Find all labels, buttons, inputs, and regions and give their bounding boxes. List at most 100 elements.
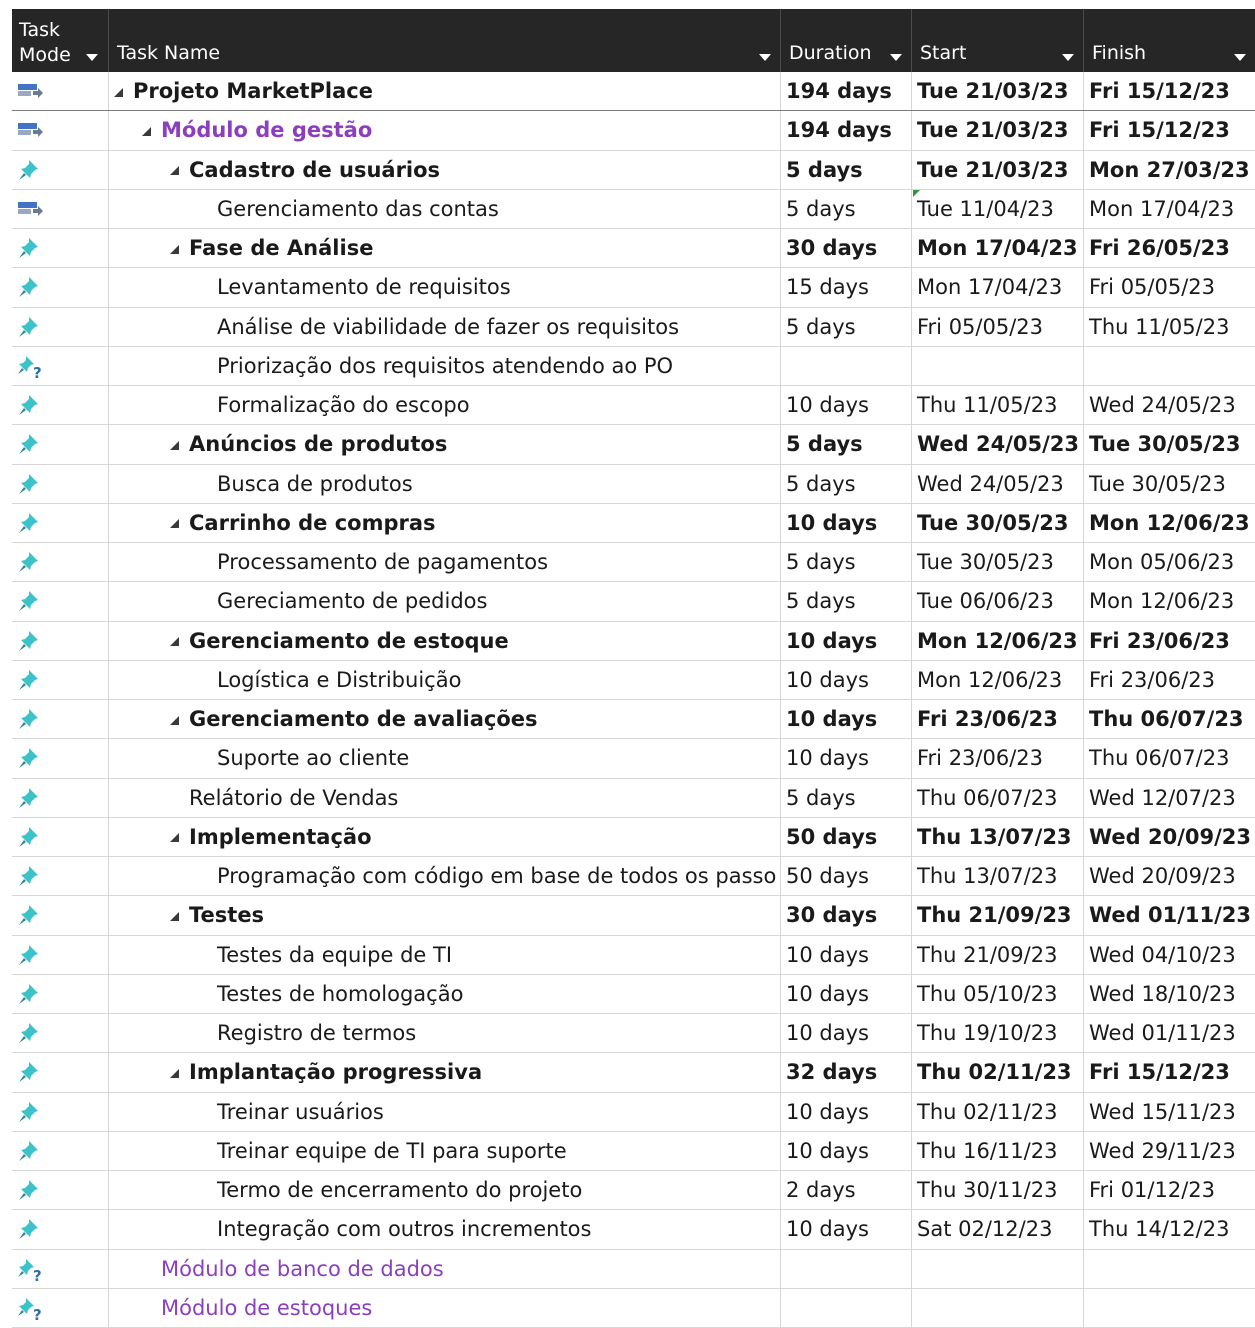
duration-cell[interactable]: 5 days — [781, 189, 912, 228]
task-name-cell[interactable]: Fase de Análise — [109, 229, 781, 268]
table-row[interactable]: Análise de viabilidade de fazer os requi… — [12, 307, 1255, 347]
start-cell[interactable]: Thu 21/09/23 — [912, 896, 1084, 935]
duration-cell[interactable]: 10 days — [781, 1014, 912, 1053]
task-name-cell[interactable]: Projeto MarketPlace — [109, 72, 781, 111]
table-row[interactable]: ? Priorização dos requisitos atendendo ao… — [12, 346, 1255, 386]
start-cell[interactable]: Mon 17/04/23 — [912, 229, 1084, 268]
table-row[interactable]: Formalização do escopo 10 days Thu 11/05/2… — [12, 386, 1255, 426]
table-row[interactable]: Logística e Distribuição 10 days Mon 12/06… — [12, 660, 1255, 700]
duration-cell[interactable]: 10 days — [781, 974, 912, 1013]
finish-cell[interactable] — [1084, 1289, 1255, 1327]
task-mode-cell[interactable] — [12, 268, 109, 307]
duration-cell[interactable]: 2 days — [781, 1171, 912, 1210]
task-name-cell[interactable]: Treinar equipe de TI para suporte — [109, 1131, 781, 1170]
finish-cell[interactable]: Wed 01/11/23 — [1084, 896, 1255, 934]
duration-cell[interactable] — [781, 346, 912, 385]
task-name-cell[interactable]: Gerenciamento das contas — [109, 189, 781, 228]
table-row[interactable]: ? Módulo de banco de dados — [12, 1249, 1255, 1289]
table-row[interactable]: Treinar equipe de TI para suporte 10 days… — [12, 1131, 1255, 1171]
table-row[interactable]: Gereciamento de pedidos 5 days Tue 06/06/2… — [12, 582, 1255, 622]
duration-cell[interactable]: 32 days — [781, 1053, 912, 1092]
start-cell[interactable]: Fri 05/05/23 — [912, 307, 1084, 346]
task-name-cell[interactable]: Formalização do escopo — [109, 386, 781, 425]
finish-cell[interactable]: Tue 30/05/23 — [1084, 425, 1255, 463]
task-name-cell[interactable]: Relátorio de Vendas — [109, 778, 781, 817]
finish-cell[interactable]: Fri 15/12/23 — [1084, 1053, 1255, 1091]
start-cell[interactable]: Wed 24/05/23 — [912, 464, 1084, 503]
task-mode-cell[interactable] — [12, 700, 109, 739]
collapse-toggle-icon[interactable] — [114, 87, 123, 97]
collapse-toggle-icon[interactable] — [142, 126, 151, 136]
collapse-toggle-icon[interactable] — [170, 637, 179, 647]
task-name-cell[interactable]: Treinar usuários — [109, 1092, 781, 1131]
task-name-cell[interactable]: Suporte ao cliente — [109, 739, 781, 778]
duration-cell[interactable]: 194 days — [781, 111, 912, 150]
table-row[interactable]: Cadastro de usuários 5 days Tue 21/03/23 Mo… — [12, 150, 1255, 190]
finish-cell[interactable]: Fri 01/12/23 — [1084, 1171, 1255, 1209]
start-cell[interactable]: Wed 24/05/23 — [912, 425, 1084, 464]
duration-cell[interactable]: 30 days — [781, 229, 912, 268]
collapse-toggle-icon[interactable] — [170, 440, 179, 450]
finish-cell[interactable]: Fri 15/12/23 — [1084, 111, 1255, 149]
task-mode-cell[interactable] — [12, 72, 109, 111]
start-cell[interactable]: Tue 11/04/23 — [912, 189, 1084, 228]
start-cell[interactable]: Tue 21/03/23 — [912, 72, 1084, 111]
table-row[interactable]: Testes da equipe de TI 10 days Thu 21/09/2… — [12, 935, 1255, 975]
task-name-cell[interactable]: Busca de produtos — [109, 464, 781, 503]
task-mode-cell[interactable] — [12, 386, 109, 425]
duration-cell[interactable]: 10 days — [781, 1210, 912, 1249]
task-name-cell[interactable]: Termo de encerramento do projeto — [109, 1171, 781, 1210]
task-mode-cell[interactable]: ? — [12, 1288, 109, 1327]
table-row[interactable]: Gerenciamento de estoque 10 days Mon 12/06… — [12, 621, 1255, 661]
task-name-cell[interactable]: Implantação progressiva — [109, 1053, 781, 1092]
start-cell[interactable] — [912, 346, 1084, 385]
table-row[interactable]: ? Módulo de estoques — [12, 1288, 1255, 1328]
table-row[interactable]: Levantamento de requisitos 15 days Mon 17/… — [12, 268, 1255, 308]
duration-cell[interactable]: 10 days — [781, 700, 912, 739]
task-mode-cell[interactable] — [12, 229, 109, 268]
finish-cell[interactable] — [1084, 347, 1255, 385]
start-cell[interactable] — [912, 1288, 1084, 1327]
task-mode-filter-dropdown-icon[interactable] — [86, 54, 98, 61]
table-row[interactable]: Termo de encerramento do projeto 2 days Th… — [12, 1171, 1255, 1211]
start-cell[interactable]: Tue 21/03/23 — [912, 111, 1084, 150]
start-cell[interactable]: Thu 11/05/23 — [912, 386, 1084, 425]
duration-cell[interactable]: 5 days — [781, 425, 912, 464]
task-mode-cell[interactable] — [12, 189, 109, 228]
start-filter-dropdown-icon[interactable] — [1062, 54, 1074, 61]
task-name-filter-dropdown-icon[interactable] — [759, 54, 771, 61]
table-row[interactable]: Módulo de gestão 194 days Tue 21/03/23 Fri … — [12, 111, 1255, 151]
duration-cell[interactable] — [781, 1288, 912, 1327]
table-row[interactable]: Testes de homologação 10 days Thu 05/10/23… — [12, 974, 1255, 1014]
finish-cell[interactable]: Fri 23/06/23 — [1084, 661, 1255, 699]
duration-cell[interactable]: 10 days — [781, 503, 912, 542]
task-mode-cell[interactable] — [12, 935, 109, 974]
finish-cell[interactable]: Thu 14/12/23 — [1084, 1210, 1255, 1248]
finish-cell[interactable]: Wed 29/11/23 — [1084, 1132, 1255, 1170]
column-header-task-mode[interactable]: Task Mode — [12, 9, 109, 72]
task-name-cell[interactable]: Análise de viabilidade de fazer os requi… — [109, 307, 781, 346]
finish-cell[interactable]: Wed 24/05/23 — [1084, 386, 1255, 424]
task-mode-cell[interactable] — [12, 1092, 109, 1131]
table-row[interactable]: Gerenciamento de avaliações 10 days Fri 23… — [12, 700, 1255, 740]
task-name-cell[interactable]: Implementação — [109, 817, 781, 856]
duration-cell[interactable]: 10 days — [781, 386, 912, 425]
start-cell[interactable]: Tue 21/03/23 — [912, 150, 1084, 189]
task-mode-cell[interactable] — [12, 1131, 109, 1170]
task-mode-cell[interactable] — [12, 150, 109, 189]
finish-cell[interactable]: Mon 12/06/23 — [1084, 504, 1255, 542]
task-mode-cell[interactable] — [12, 425, 109, 464]
start-cell[interactable]: Fri 23/06/23 — [912, 700, 1084, 739]
start-cell[interactable]: Thu 06/07/23 — [912, 778, 1084, 817]
task-name-cell[interactable]: Gereciamento de pedidos — [109, 582, 781, 621]
duration-cell[interactable]: 10 days — [781, 1092, 912, 1131]
duration-cell[interactable]: 50 days — [781, 817, 912, 856]
task-name-cell[interactable]: Programação com código em base de todos … — [109, 857, 781, 896]
task-name-cell[interactable]: Levantamento de requisitos — [109, 268, 781, 307]
table-row[interactable]: Registro de termos 10 days Thu 19/10/23 Wed… — [12, 1014, 1255, 1054]
duration-cell[interactable]: 10 days — [781, 1131, 912, 1170]
task-mode-cell[interactable] — [12, 1171, 109, 1210]
duration-cell[interactable]: 10 days — [781, 621, 912, 660]
task-mode-cell[interactable] — [12, 739, 109, 778]
duration-cell[interactable]: 5 days — [781, 464, 912, 503]
